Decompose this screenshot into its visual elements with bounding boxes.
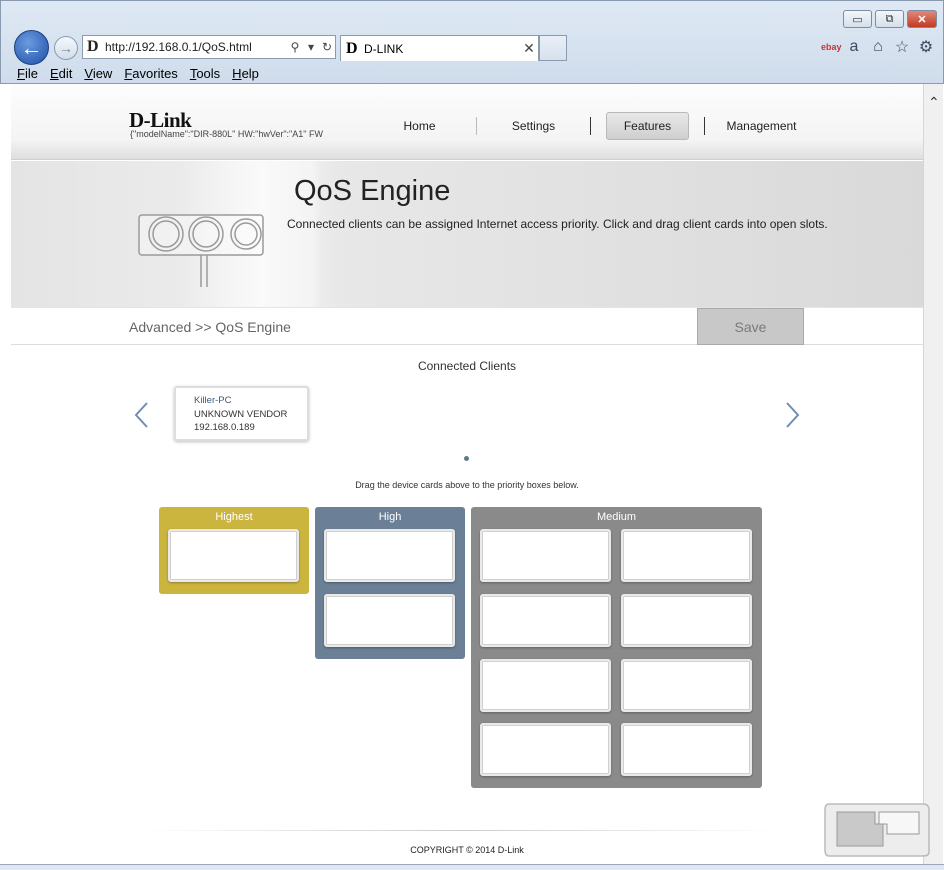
page-description: Connected clients can be assigned Intern… [287, 217, 828, 231]
client-card[interactable]: Killer-PC UNKNOWN VENDOR 192.168.0.189 [174, 386, 309, 441]
main-nav: Home Settings Features Management [363, 112, 818, 140]
page-title: QoS Engine [294, 175, 451, 207]
page-viewport: D-Link {"modelName":"DIR-880L" HW:"hwVer… [11, 84, 923, 864]
priority-slot[interactable] [480, 723, 611, 776]
page-banner: QoS Engine Connected clients can be assi… [11, 161, 923, 307]
search-icon[interactable]: ⚲ [287, 40, 303, 54]
priority-label-medium: Medium [596, 511, 637, 523]
back-icon: ← [20, 34, 43, 60]
menu-tools[interactable]: Tools [190, 66, 220, 81]
tab-title: D-LINK [364, 41, 404, 56]
vertical-scrollbar[interactable]: ⌃ [923, 84, 943, 864]
forward-icon: → [59, 40, 73, 56]
drag-hint: Drag the device cards above to the prior… [355, 480, 579, 490]
breadcrumb: Advanced >> QoS Engine [129, 319, 291, 335]
previous-page-icon[interactable] [131, 400, 155, 430]
priority-slot[interactable] [621, 723, 752, 776]
model-info: {"modelName":"DIR-880L" HW:"hwVer":"A1" … [130, 129, 323, 139]
client-vendor: UNKNOWN VENDOR [194, 408, 288, 420]
priority-label-high: High [378, 511, 402, 523]
client-ip: 192.168.0.189 [194, 422, 255, 433]
scroll-up-icon[interactable]: ⌃ [928, 94, 940, 111]
priority-box-high: High [315, 507, 465, 659]
gear-icon[interactable]: ⚙ [917, 37, 935, 57]
close-window-button[interactable]: ✕ [907, 10, 937, 28]
menu-edit[interactable]: Edit [50, 66, 72, 81]
menu-view[interactable]: View [84, 66, 112, 81]
window-bottom-border [0, 864, 944, 870]
watermark-logo [824, 803, 930, 857]
breadcrumb-bar: Advanced >> QoS Engine Save [11, 307, 923, 345]
tab-favicon-icon: D [346, 39, 358, 57]
pager-dot[interactable] [464, 456, 469, 461]
connected-clients-title: Connected Clients [417, 359, 517, 373]
router-header: D-Link {"modelName":"DIR-880L" HW:"hwVer… [11, 84, 923, 160]
priority-box-highest: Highest [159, 507, 309, 594]
priority-slot[interactable] [324, 594, 455, 647]
browser-toolbar-right: ebay a ⌂ ☆ ⚙ [821, 37, 935, 57]
nav-settings[interactable]: Settings [477, 112, 590, 140]
priority-slot[interactable] [480, 594, 611, 647]
client-name: Killer-PC [194, 395, 232, 406]
minimize-button[interactable]: ▭ [843, 10, 872, 28]
priority-slot[interactable] [168, 529, 299, 582]
nav-management[interactable]: Management [705, 112, 818, 140]
nav-home[interactable]: Home [363, 112, 476, 140]
url-text[interactable]: http://192.168.0.1/QoS.html [105, 40, 287, 54]
restore-button[interactable]: ⧉ [875, 10, 904, 28]
nav-features[interactable]: Features [606, 112, 689, 140]
browser-chrome: ▭ ⧉ ✕ ← → D http://192.168.0.1/QoS.html … [0, 0, 944, 84]
copyright-text: COPYRIGHT © 2014 D-Link [410, 845, 524, 855]
nav-divider [590, 117, 591, 135]
dropdown-icon[interactable]: ▾ [303, 40, 319, 54]
favorites-star-icon[interactable]: ☆ [893, 37, 911, 57]
priority-slot[interactable] [621, 529, 752, 582]
new-tab-button[interactable] [539, 35, 567, 61]
menu-help[interactable]: Help [232, 66, 259, 81]
menu-bar: File Edit View Favorites Tools Help [13, 63, 259, 83]
next-page-icon[interactable] [779, 400, 803, 430]
refresh-icon[interactable]: ↻ [319, 40, 335, 54]
site-favicon-icon: D [87, 38, 99, 55]
menu-favorites[interactable]: Favorites [124, 66, 177, 81]
window-controls: ▭ ⧉ ✕ [843, 10, 937, 28]
amazon-icon[interactable]: a [845, 38, 863, 56]
menu-file[interactable]: File [17, 66, 38, 81]
priority-slot[interactable] [480, 659, 611, 712]
priority-label-highest: Highest [215, 511, 253, 523]
ebay-icon[interactable]: ebay [821, 42, 842, 52]
priority-box-medium: Medium [471, 507, 762, 788]
footer-divider [141, 830, 781, 831]
back-button[interactable]: ← [14, 30, 49, 65]
priority-slot[interactable] [621, 594, 752, 647]
browser-tab[interactable]: D D-LINK ✕ [340, 35, 539, 61]
close-tab-icon[interactable]: ✕ [520, 40, 538, 57]
home-icon[interactable]: ⌂ [869, 38, 887, 56]
priority-slot[interactable] [324, 529, 455, 582]
priority-slot[interactable] [480, 529, 611, 582]
save-button[interactable]: Save [697, 308, 804, 345]
address-bar[interactable]: D http://192.168.0.1/QoS.html ⚲ ▾ ↻ [82, 35, 336, 59]
priority-slot[interactable] [621, 659, 752, 712]
qos-engine-icon [138, 214, 264, 287]
forward-button[interactable]: → [54, 36, 78, 60]
